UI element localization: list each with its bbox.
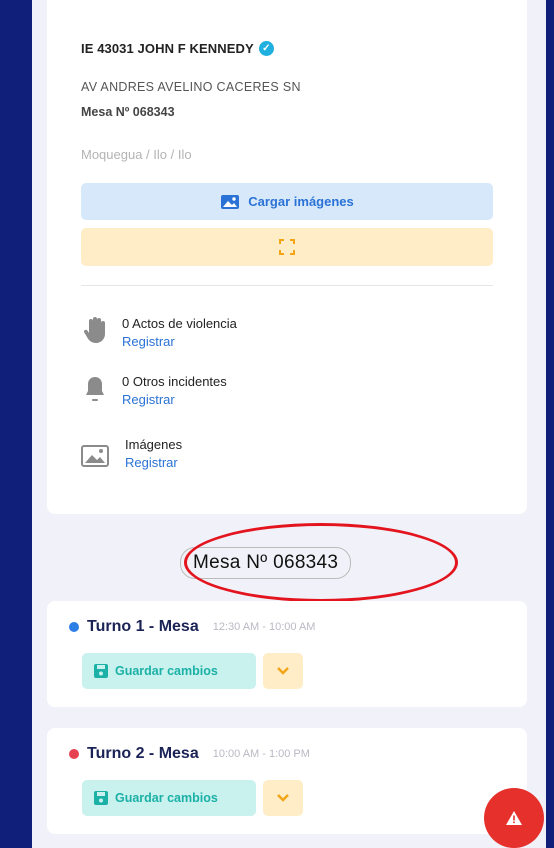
incident-title: Imágenes bbox=[125, 437, 183, 452]
incident-row-images: Imágenes Registrar bbox=[80, 437, 182, 470]
divider bbox=[81, 285, 493, 286]
save-icon bbox=[94, 791, 108, 805]
incident-row-other: 0 Otros incidentes Registrar bbox=[80, 374, 227, 407]
turno-time: 12:30 AM - 10:00 AM bbox=[212, 621, 316, 633]
turno-title: Turno 2 - Mesa bbox=[87, 745, 199, 762]
scan-button[interactable] bbox=[81, 228, 493, 266]
register-violence-link[interactable]: Registrar bbox=[122, 334, 237, 349]
highlight-oval bbox=[184, 523, 458, 602]
save-changes-button[interactable]: Guardar cambios bbox=[82, 653, 256, 689]
incident-title: 0 Otros incidentes bbox=[122, 374, 227, 389]
turno-title: Turno 1 - Mesa bbox=[87, 618, 199, 635]
app-screen: IE 43031 JOHN F KENNEDY ✓ AV ANDRES AVEL… bbox=[32, 0, 546, 848]
chevron-down-icon bbox=[277, 794, 289, 802]
save-changes-button[interactable]: Guardar cambios bbox=[82, 780, 256, 816]
register-images-link[interactable]: Registrar bbox=[125, 455, 182, 470]
turno-header[interactable]: Turno 2 - Mesa 10:00 AM - 1:00 PM bbox=[69, 745, 310, 763]
alert-fab-button[interactable] bbox=[484, 788, 544, 848]
turno-time: 10:00 AM - 1:00 PM bbox=[212, 748, 310, 760]
school-name: IE 43031 JOHN F KENNEDY ✓ bbox=[81, 41, 274, 56]
turno-card: Turno 2 - Mesa 10:00 AM - 1:00 PM Guarda… bbox=[47, 728, 527, 834]
turno-header[interactable]: Turno 1 - Mesa 12:30 AM - 10:00 AM bbox=[69, 618, 315, 636]
verified-check-icon: ✓ bbox=[258, 41, 274, 56]
warning-icon bbox=[506, 811, 522, 825]
incident-row-violence: 0 Actos de violencia Registrar bbox=[80, 316, 237, 349]
school-address: AV ANDRES AVELINO CACERES SN bbox=[81, 80, 301, 94]
expand-button[interactable] bbox=[263, 780, 303, 816]
image-icon bbox=[221, 194, 240, 209]
save-icon bbox=[94, 664, 108, 678]
chevron-down-icon bbox=[277, 667, 289, 675]
image-icon bbox=[81, 445, 109, 467]
status-dot bbox=[69, 622, 79, 632]
bell-icon bbox=[86, 377, 104, 401]
mesa-number: Mesa Nº 068343 bbox=[81, 105, 175, 119]
hand-icon bbox=[84, 317, 105, 343]
upload-images-button[interactable]: Cargar imágenes bbox=[81, 183, 493, 220]
scan-frame-icon bbox=[279, 239, 295, 255]
status-dot bbox=[69, 749, 79, 759]
register-incident-link[interactable]: Registrar bbox=[122, 392, 227, 407]
location-breadcrumb: Moquegua / Ilo / Ilo bbox=[81, 147, 192, 162]
turno-card: Turno 1 - Mesa 12:30 AM - 10:00 AM Guard… bbox=[47, 601, 527, 707]
expand-button[interactable] bbox=[263, 653, 303, 689]
incident-title: 0 Actos de violencia bbox=[122, 316, 237, 331]
